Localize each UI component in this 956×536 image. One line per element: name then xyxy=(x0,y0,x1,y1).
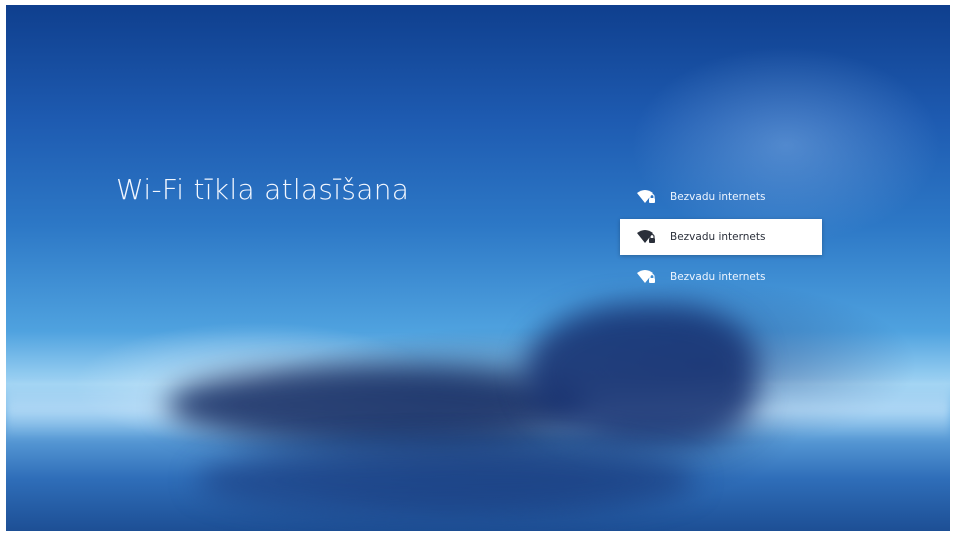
wifi-network-item[interactable]: Bezvadu internets xyxy=(620,179,822,215)
wifi-lock-icon xyxy=(636,268,664,286)
wifi-network-name: Bezvadu internets xyxy=(670,191,766,203)
wifi-network-list: Bezvadu internets Bezvadu internets Bezv… xyxy=(620,179,822,299)
wifi-network-item[interactable]: Bezvadu internets xyxy=(620,259,822,295)
island-shape xyxy=(166,365,586,445)
wifi-lock-icon xyxy=(636,188,664,206)
wifi-network-name: Bezvadu internets xyxy=(670,271,766,283)
wifi-lock-icon xyxy=(636,228,664,246)
page-title: Wi-Fi tīkla atlasīšana xyxy=(116,173,410,206)
island-reflection xyxy=(196,445,696,515)
wifi-network-item-selected[interactable]: Bezvadu internets xyxy=(620,219,822,255)
background-scene: Wi-Fi tīkla atlasīšana Bezvadu internets xyxy=(6,5,950,531)
wifi-network-name: Bezvadu internets xyxy=(670,231,766,243)
